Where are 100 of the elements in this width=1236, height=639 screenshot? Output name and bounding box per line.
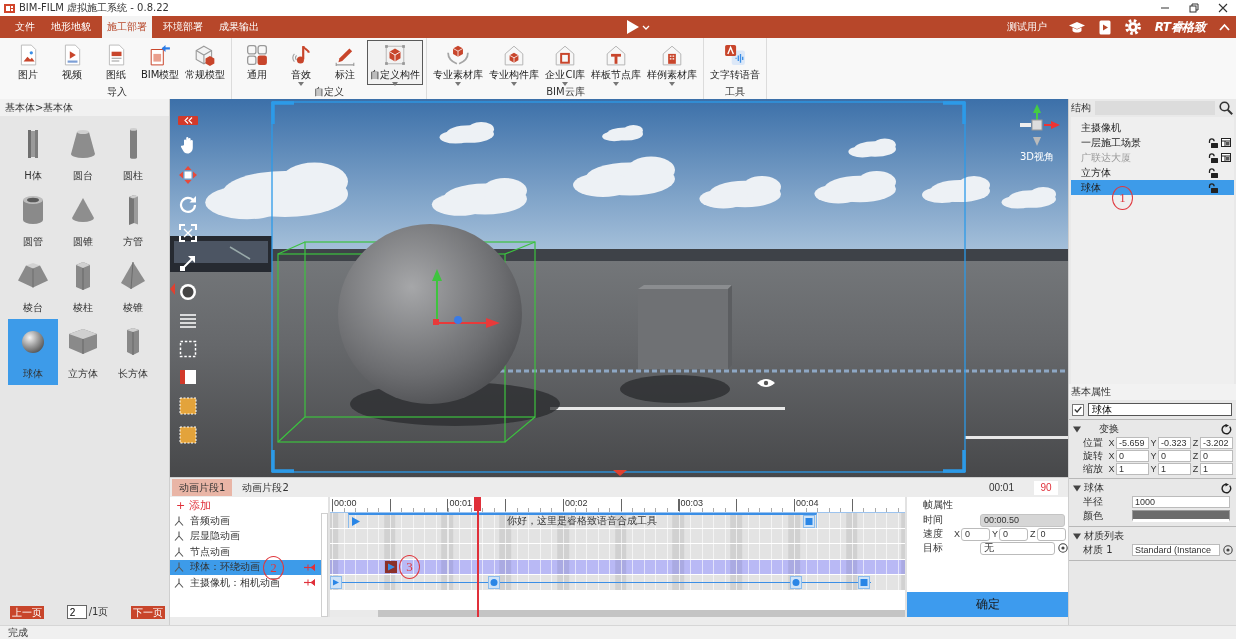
- track-item[interactable]: 音频动画: [170, 513, 321, 529]
- ribbon-button[interactable]: 企业CI库: [542, 40, 589, 85]
- number-field[interactable]: 0: [1200, 450, 1233, 462]
- target-icon[interactable]: [1223, 545, 1233, 555]
- ribbon-button[interactable]: 图片: [6, 40, 50, 85]
- menu-tab[interactable]: 地形地貌: [46, 16, 96, 38]
- number-field[interactable]: 0: [1158, 450, 1191, 462]
- color-swatch[interactable]: [1132, 510, 1230, 522]
- diagonal-arrow-icon[interactable]: [179, 253, 197, 272]
- previous-page-button[interactable]: 上一页: [10, 605, 44, 619]
- rotate-icon[interactable]: [179, 195, 197, 214]
- tree-item[interactable]: 主摄像机: [1071, 120, 1234, 135]
- square-key-icon[interactable]: [803, 514, 815, 528]
- number-field[interactable]: -5.659: [1116, 437, 1149, 449]
- eye-icon[interactable]: [757, 379, 775, 387]
- material-field[interactable]: Standard (Instance: [1132, 544, 1220, 556]
- enable-checkbox[interactable]: [1072, 403, 1084, 416]
- ribbon-button[interactable]: 文字转语音: [707, 40, 764, 85]
- horizontal-scrollbar[interactable]: [330, 610, 905, 617]
- ribbon-button[interactable]: 标注: [323, 40, 368, 85]
- confirm-button[interactable]: 确定: [907, 592, 1068, 617]
- vertical-scrollbar[interactable]: [321, 513, 328, 617]
- hand-icon[interactable]: [180, 136, 196, 155]
- number-field[interactable]: 1: [1116, 463, 1149, 475]
- track-item[interactable]: 层显隐动画: [170, 528, 321, 544]
- user-name[interactable]: 测试用户: [1006, 20, 1047, 34]
- shape-tile[interactable]: 棱台: [8, 253, 58, 319]
- next-page-button[interactable]: 下一页: [131, 605, 165, 619]
- text-field[interactable]: 1000: [1132, 496, 1230, 508]
- frame-field[interactable]: 90: [1034, 480, 1058, 495]
- menu-tab[interactable]: 文件: [10, 16, 40, 38]
- ribbon-button[interactable]: 常规模型: [182, 40, 229, 85]
- target-icon[interactable]: [1058, 543, 1068, 553]
- collapse-toolbar-icon[interactable]: [178, 116, 198, 125]
- panel-icon[interactable]: [179, 369, 197, 386]
- reset-icon[interactable]: [1221, 423, 1232, 435]
- tree-item[interactable]: 球体: [1071, 180, 1234, 195]
- ribbon-button[interactable]: 通用: [235, 40, 280, 85]
- name-field[interactable]: 球体: [1088, 403, 1232, 416]
- shape-tile[interactable]: 圆锥: [58, 187, 108, 253]
- ribbon-button[interactable]: BIM模型: [138, 40, 183, 85]
- ribbon-button[interactable]: 样板节点库: [588, 40, 645, 85]
- shape-tile[interactable]: 棱锥: [108, 253, 158, 319]
- list-icon[interactable]: [179, 312, 197, 329]
- ribbon-button[interactable]: 音效: [279, 40, 324, 85]
- expand-triangle-icon[interactable]: [1073, 425, 1081, 433]
- play-marker-icon[interactable]: [352, 516, 360, 526]
- ribbon-button[interactable]: 视频: [50, 40, 94, 85]
- ribbon-button[interactable]: 自定义构件: [367, 40, 424, 85]
- menu-tab[interactable]: 环境部署: [158, 16, 208, 38]
- shape-tile[interactable]: H体: [8, 121, 58, 187]
- shape-tile[interactable]: 方管: [108, 187, 158, 253]
- graduation-cap-icon[interactable]: [1068, 20, 1085, 34]
- table-icon[interactable]: [1221, 138, 1231, 147]
- clip-tab[interactable]: 动画片段2: [235, 479, 296, 496]
- circle-key-icon[interactable]: [488, 576, 500, 589]
- menu-tab[interactable]: 成果输出: [214, 16, 264, 38]
- disc-icon[interactable]: [179, 283, 197, 302]
- reset-icon[interactable]: [1221, 482, 1232, 494]
- ribbon-button[interactable]: 图纸: [94, 40, 138, 85]
- speed-field[interactable]: 0: [999, 527, 1029, 541]
- circle-key-icon[interactable]: [790, 576, 802, 589]
- menu-tab[interactable]: 施工部署: [102, 16, 152, 38]
- expand-triangle-icon[interactable]: [1073, 484, 1081, 492]
- ribbon-button[interactable]: 专业素材库: [430, 40, 487, 85]
- padlock-icon[interactable]: [1208, 167, 1218, 178]
- selection-square-icon[interactable]: [179, 425, 197, 444]
- add-button[interactable]: + 添加: [170, 497, 211, 513]
- shape-tile[interactable]: 长方体: [108, 319, 158, 385]
- search-icon[interactable]: [1219, 100, 1233, 115]
- speed-field[interactable]: 0: [961, 527, 990, 541]
- dashed-frame-icon[interactable]: [179, 339, 197, 358]
- padlock-icon[interactable]: [1208, 137, 1218, 148]
- expand-triangle-icon[interactable]: [1073, 532, 1081, 540]
- expand-icon[interactable]: [179, 224, 197, 243]
- shape-tile[interactable]: 棱柱: [58, 253, 108, 319]
- playhead[interactable]: [473, 497, 482, 617]
- tree-item[interactable]: 一层施工场景: [1071, 135, 1234, 150]
- ribbon-button[interactable]: 专业构件库: [486, 40, 543, 85]
- shape-tile[interactable]: 立方体: [58, 319, 108, 385]
- number-field[interactable]: -3.202: [1200, 437, 1233, 449]
- speed-field[interactable]: 0: [1036, 527, 1066, 541]
- gear-icon[interactable]: [1124, 19, 1141, 35]
- search-field[interactable]: [1095, 100, 1215, 115]
- shape-tile[interactable]: 球体: [8, 319, 58, 385]
- tree-item[interactable]: 立方体: [1071, 165, 1234, 180]
- shape-tile[interactable]: 圆管: [8, 187, 58, 253]
- keyframe-icon[interactable]: [385, 561, 397, 573]
- chevron-up-icon[interactable]: [1219, 23, 1230, 31]
- selection-square-icon[interactable]: [179, 396, 197, 415]
- shape-tile[interactable]: 圆台: [58, 121, 108, 187]
- number-field[interactable]: 0: [1116, 450, 1149, 462]
- shape-tile[interactable]: 圆柱: [108, 121, 158, 187]
- page-input[interactable]: 2: [66, 605, 87, 619]
- move-arrows-icon[interactable]: [179, 165, 197, 184]
- clip-tab[interactable]: 动画片段1: [172, 479, 233, 496]
- number-field[interactable]: 1: [1200, 463, 1233, 475]
- pin-icon[interactable]: [304, 579, 315, 587]
- play-document-icon[interactable]: [1098, 19, 1111, 35]
- triangle-key-icon[interactable]: [330, 576, 342, 589]
